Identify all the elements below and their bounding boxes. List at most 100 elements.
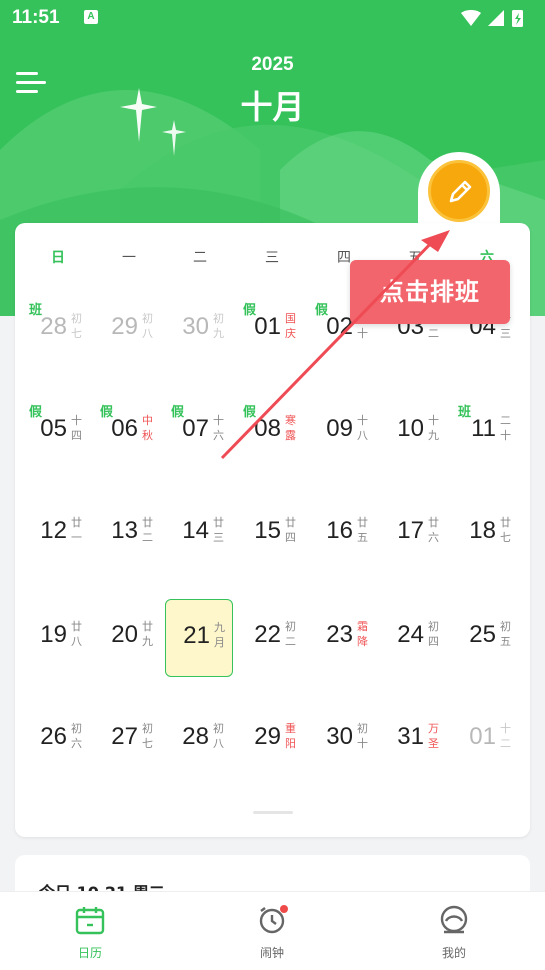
calendar-day[interactable]: 30 初九 bbox=[165, 291, 233, 369]
signal-icon bbox=[488, 10, 504, 26]
day-number: 21 bbox=[183, 622, 210, 649]
day-number: 13 bbox=[111, 517, 138, 544]
day-number: 28 bbox=[40, 313, 67, 340]
day-lunar-label: 廿九 bbox=[142, 620, 153, 648]
calendar-day[interactable]: 13 廿二 bbox=[94, 495, 162, 573]
day-lunar-label: 廿七 bbox=[500, 516, 511, 544]
calendar-day[interactable]: 18 廿七 bbox=[452, 495, 520, 573]
status-time: 11:51 bbox=[12, 7, 60, 28]
calendar-day-today[interactable]: 21 九月 bbox=[165, 599, 233, 677]
calendar-day[interactable]: 班 11 二十 bbox=[452, 393, 520, 471]
day-number: 20 bbox=[111, 621, 138, 648]
tab-profile-label: 我的 bbox=[441, 946, 466, 960]
day-number: 28 bbox=[182, 723, 209, 750]
day-number: 15 bbox=[254, 517, 281, 544]
tab-alarm[interactable]: 闹钟 bbox=[232, 904, 312, 961]
day-lunar-label: 廿三 bbox=[213, 516, 224, 544]
day-number: 23 bbox=[326, 621, 353, 648]
day-number: 06 bbox=[111, 415, 138, 442]
day-number: 01 bbox=[469, 723, 496, 750]
alarm-clock-icon bbox=[259, 905, 288, 934]
day-lunar-label: 初五 bbox=[500, 620, 511, 648]
day-number: 07 bbox=[182, 415, 209, 442]
calendar-day[interactable]: 假 06 中秋 bbox=[94, 393, 162, 471]
calendar-day[interactable]: 29 初八 bbox=[94, 291, 162, 369]
day-lunar-label: 廿四 bbox=[285, 516, 296, 544]
calendar-day[interactable]: 12 廿一 bbox=[23, 495, 91, 573]
day-lunar-label: 十六 bbox=[213, 414, 224, 442]
status-bar: 11:51 A bbox=[0, 0, 545, 36]
calendar-day[interactable]: 假 01 国庆 bbox=[237, 291, 305, 369]
day-lunar-label: 初七 bbox=[71, 312, 82, 340]
drag-handle[interactable] bbox=[253, 811, 293, 814]
day-number: 09 bbox=[326, 415, 353, 442]
calendar-day[interactable]: 22 初二 bbox=[237, 599, 305, 677]
day-lunar-label: 初七 bbox=[142, 722, 153, 750]
day-lunar-label: 廿六 bbox=[428, 516, 439, 544]
weekday-header: 一 bbox=[122, 250, 136, 266]
day-number: 01 bbox=[254, 313, 281, 340]
tab-calendar-label: 日历 bbox=[77, 946, 102, 960]
calendar-day[interactable]: 23 霜降 bbox=[309, 599, 377, 677]
pencil-icon bbox=[449, 180, 472, 203]
schedule-hint-tooltip[interactable]: 点击排班 bbox=[350, 260, 510, 324]
calendar-day[interactable]: 15 廿四 bbox=[237, 495, 305, 573]
day-number: 27 bbox=[111, 723, 138, 750]
day-lunar-label: 二十 bbox=[500, 414, 511, 442]
app-notification-icon: A bbox=[84, 10, 98, 24]
tab-calendar[interactable]: 日历 bbox=[50, 904, 130, 961]
calendar-day[interactable]: 19 廿八 bbox=[23, 599, 91, 677]
day-lunar-label: 廿一 bbox=[71, 516, 82, 544]
month-title[interactable]: 十月 bbox=[0, 82, 545, 128]
calendar-day[interactable]: 24 初四 bbox=[380, 599, 448, 677]
calendar-day[interactable]: 28 初八 bbox=[165, 701, 233, 779]
day-lunar-label: 初十 bbox=[357, 722, 368, 750]
calendar-day[interactable]: 假 08 寒露 bbox=[237, 393, 305, 471]
day-number: 18 bbox=[469, 517, 496, 544]
weekday-header: 三 bbox=[265, 250, 279, 266]
day-lunar-label: 初二 bbox=[285, 620, 296, 648]
calendar-day[interactable]: 20 廿九 bbox=[94, 599, 162, 677]
day-number: 16 bbox=[326, 517, 353, 544]
calendar-day[interactable]: 14 廿三 bbox=[165, 495, 233, 573]
day-number: 08 bbox=[254, 415, 281, 442]
weekday-header: 日 bbox=[51, 250, 65, 266]
day-lunar-label: 十八 bbox=[357, 414, 368, 442]
day-number: 19 bbox=[40, 621, 67, 648]
calendar-day[interactable]: 01 十二 bbox=[452, 701, 520, 779]
day-lunar-label: 初四 bbox=[428, 620, 439, 648]
calendar-day[interactable]: 31 万圣 bbox=[380, 701, 448, 779]
calendar-day[interactable]: 25 初五 bbox=[452, 599, 520, 677]
calendar-day[interactable]: 27 初七 bbox=[94, 701, 162, 779]
calendar-day[interactable]: 29 重阳 bbox=[237, 701, 305, 779]
day-festival-label: 中秋 bbox=[142, 414, 153, 442]
day-lunar-label: 初八 bbox=[213, 722, 224, 750]
day-number: 17 bbox=[397, 517, 424, 544]
calendar-day[interactable]: 09 十八 bbox=[309, 393, 377, 471]
day-number: 22 bbox=[254, 621, 281, 648]
calendar-day[interactable]: 假 07 十六 bbox=[165, 393, 233, 471]
tab-profile[interactable]: 我的 bbox=[414, 904, 494, 961]
day-lunar-label: 廿二 bbox=[142, 516, 153, 544]
bottom-tab-bar: 日历 闹钟 我的 bbox=[0, 891, 545, 970]
day-lunar-label: 初八 bbox=[142, 312, 153, 340]
calendar-day[interactable]: 班 28 初七 bbox=[23, 291, 91, 369]
calendar-day[interactable]: 10 十九 bbox=[380, 393, 448, 471]
day-number: 12 bbox=[40, 517, 67, 544]
calendar-day[interactable]: 16 廿五 bbox=[309, 495, 377, 573]
calendar-day[interactable]: 假 05 十四 bbox=[23, 393, 91, 471]
calendar-day[interactable]: 17 廿六 bbox=[380, 495, 448, 573]
day-festival-label: 寒露 bbox=[285, 414, 296, 442]
day-number: 25 bbox=[469, 621, 496, 648]
day-number: 31 bbox=[397, 723, 424, 750]
edit-schedule-button[interactable] bbox=[428, 160, 490, 222]
day-festival-label: 霜降 bbox=[357, 620, 368, 648]
day-number: 30 bbox=[326, 723, 353, 750]
calendar-day[interactable]: 30 初十 bbox=[309, 701, 377, 779]
day-lunar-label: 十四 bbox=[71, 414, 82, 442]
status-icons bbox=[461, 10, 523, 27]
day-lunar-label: 十九 bbox=[428, 414, 439, 442]
day-number: 05 bbox=[40, 415, 67, 442]
calendar-day[interactable]: 26 初六 bbox=[23, 701, 91, 779]
day-lunar-label: 初九 bbox=[213, 312, 224, 340]
